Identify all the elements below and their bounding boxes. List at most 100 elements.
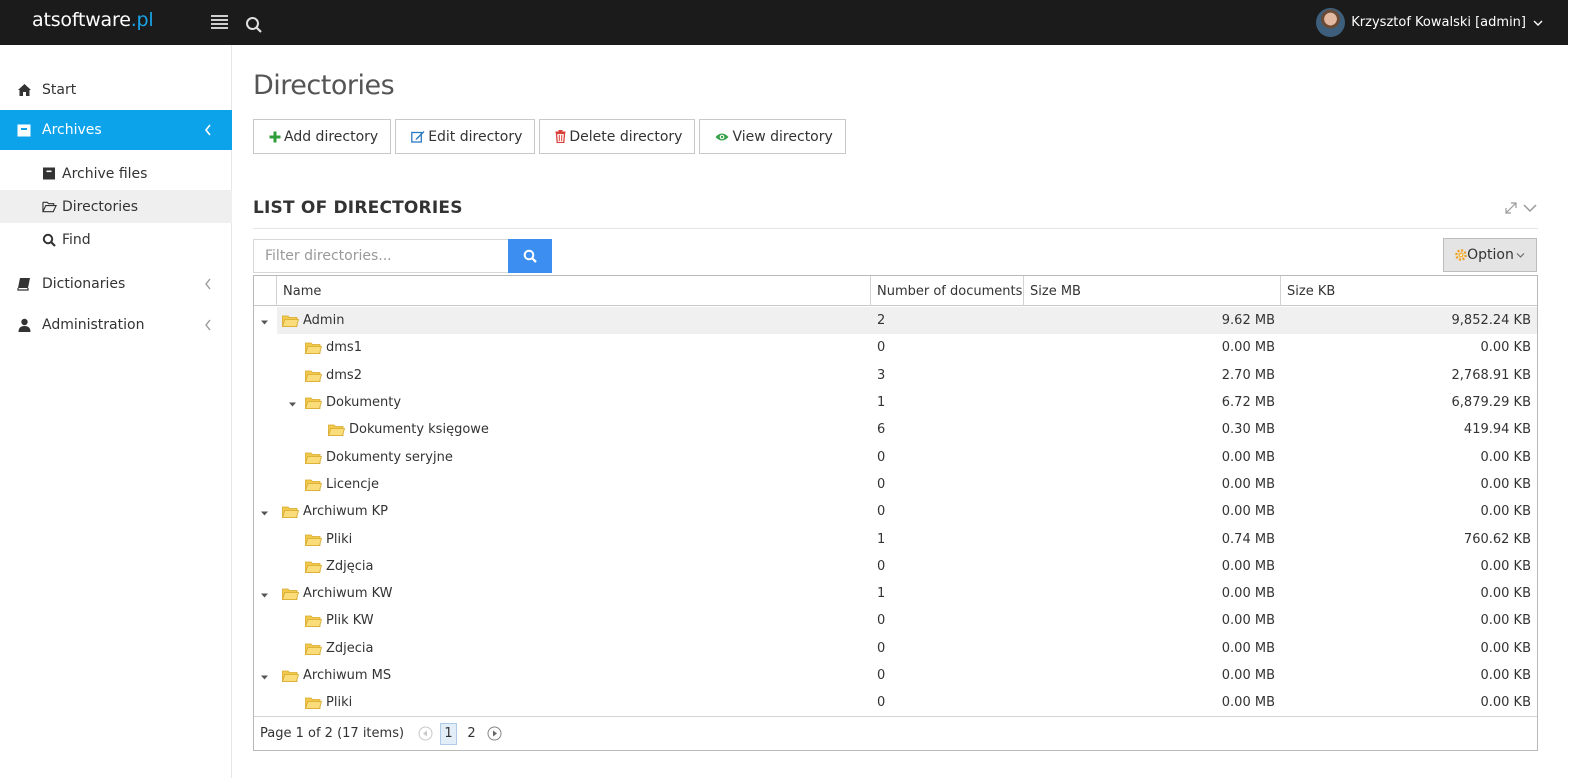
column-header-size-kb[interactable]: Size KB: [1281, 276, 1537, 306]
directory-name: Zdjęcia: [326, 558, 374, 574]
table-row[interactable]: Admin 2 9.62 MB 9,852.24 KB: [254, 307, 1537, 335]
user-icon: [16, 317, 32, 333]
column-header-size-mb[interactable]: Size MB: [1024, 276, 1281, 306]
option-button[interactable]: Option: [1443, 238, 1537, 272]
menu-toggle-icon[interactable]: [211, 15, 228, 29]
table-row[interactable]: Dokumenty księgowe 6 0.30 MB 419.94 KB: [254, 416, 1537, 443]
brand-logo[interactable]: atsoftware.pl: [32, 9, 154, 31]
search-icon[interactable]: [245, 16, 263, 34]
row-toggle-cell: [254, 553, 277, 580]
sidebar-item-dictionaries[interactable]: Dictionaries: [0, 264, 232, 304]
name-cell: Dokumenty: [277, 389, 871, 416]
table-row[interactable]: Pliki 1 0.74 MB 760.62 KB: [254, 525, 1537, 552]
size-mb-cell: 0.74 MB: [1221, 531, 1275, 547]
filter-directories-input[interactable]: [253, 239, 508, 273]
size-mb-cell: 0.00 MB: [1221, 586, 1275, 602]
table-row[interactable]: Archiwum KP 0 0.00 MB 0.00 KB: [254, 498, 1537, 525]
size-kb-cell: 0.00 KB: [1480, 640, 1531, 656]
table-row[interactable]: Archiwum KW 1 0.00 MB 0.00 KB: [254, 580, 1537, 607]
documents-cell: 0: [877, 504, 886, 520]
add-directory-button[interactable]: Add directory: [253, 119, 392, 154]
size-mb-cell: 0.00 MB: [1221, 340, 1275, 356]
sidebar-subitem-label: Archive files: [62, 165, 148, 182]
expand-toggle-icon[interactable]: [260, 670, 269, 680]
row-toggle-cell: [254, 635, 277, 662]
collapse-chevron-icon[interactable]: [1522, 201, 1538, 215]
expand-toggle-icon[interactable]: [260, 588, 269, 598]
eye-icon: [715, 132, 729, 142]
next-page-icon[interactable]: [487, 726, 502, 741]
size-kb-cell: 0.00 KB: [1480, 558, 1531, 574]
user-menu[interactable]: Krzysztof Kowalski [admin]: [1316, 8, 1543, 37]
expand-toggle-icon[interactable]: [260, 506, 269, 516]
size-mb-cell: 0.00 MB: [1221, 558, 1275, 574]
sidebar-item-archives[interactable]: Archives: [0, 110, 232, 150]
sidebar-item-administration[interactable]: Administration: [0, 305, 232, 345]
avatar: [1316, 8, 1346, 37]
directories-tree-grid: Name Number of documents Size MB Size KB…: [253, 275, 1538, 751]
directory-name: Pliki: [326, 531, 353, 547]
size-mb-cell: 0.00 MB: [1221, 476, 1275, 492]
archive-box-icon: [42, 166, 57, 181]
size-kb-cell: 0.00 KB: [1480, 504, 1531, 520]
folder-icon: [304, 642, 323, 655]
filter-search-button[interactable]: [508, 239, 552, 273]
name-cell: Dokumenty księgowe: [277, 416, 871, 443]
prev-page-icon[interactable]: [418, 726, 433, 741]
size-kb-cell: 419.94 KB: [1463, 422, 1531, 438]
table-row[interactable]: dms2 3 2.70 MB 2,768.91 KB: [254, 362, 1537, 389]
name-cell: Licencje: [277, 471, 871, 498]
column-header-name[interactable]: Name: [277, 276, 871, 306]
delete-directory-button[interactable]: Delete directory: [539, 119, 696, 154]
table-row[interactable]: Plik KW 0 0.00 MB 0.00 KB: [254, 607, 1537, 634]
directory-name: Plik KW: [326, 613, 374, 629]
page-button-1[interactable]: 1: [440, 722, 458, 745]
sidebar-item-archive-files[interactable]: Archive files: [0, 157, 232, 190]
directory-name: dms1: [326, 340, 362, 356]
page-button-2[interactable]: 2: [463, 723, 480, 745]
size-kb-cell: 0.00 KB: [1480, 449, 1531, 465]
edit-directory-button[interactable]: Edit directory: [395, 119, 536, 154]
table-row[interactable]: dms1 0 0.00 MB 0.00 KB: [254, 334, 1537, 361]
sidebar-item-label: Archives: [42, 122, 102, 138]
table-row[interactable]: Dokumenty seryjne 0 0.00 MB 0.00 KB: [254, 443, 1537, 470]
search-icon: [523, 249, 537, 263]
name-cell: Admin: [277, 307, 871, 335]
table-row[interactable]: Pliki 0 0.00 MB 0.00 KB: [254, 689, 1537, 716]
size-mb-cell: 6.72 MB: [1221, 395, 1275, 411]
table-row[interactable]: Dokumenty 1 6.72 MB 6,879.29 KB: [254, 389, 1537, 416]
expand-toggle-icon[interactable]: [288, 397, 297, 407]
column-header-documents[interactable]: Number of documents: [871, 276, 1024, 306]
chevron-down-icon: [1516, 252, 1525, 258]
sidebar-item-start[interactable]: Start: [0, 70, 232, 110]
table-row[interactable]: Zdjecia 0 0.00 MB 0.00 KB: [254, 635, 1537, 662]
home-icon: [16, 82, 32, 98]
folder-icon: [304, 614, 323, 628]
folder-icon: [304, 396, 323, 409]
table-row[interactable]: Archiwum MS 0 0.00 MB 0.00 KB: [254, 662, 1537, 689]
row-toggle-cell: [254, 689, 277, 716]
top-bar: atsoftware.pl Krzysztof Kowalski [admin]: [0, 0, 1568, 45]
documents-cell: 2: [871, 307, 1024, 335]
size-mb-cell: 0.30 MB: [1221, 422, 1275, 438]
expand-toggle-icon[interactable]: [260, 315, 269, 325]
view-directory-button[interactable]: View directory: [699, 119, 846, 154]
size-kb-cell: 0.00 KB: [1480, 476, 1531, 492]
brand-name: atsoftware: [32, 9, 131, 31]
folder-icon: [304, 451, 323, 464]
table-row[interactable]: Zdjęcia 0 0.00 MB 0.00 KB: [254, 553, 1537, 580]
size-mb-cell: 0.00 MB: [1221, 668, 1275, 683]
table-row[interactable]: Licencje 0 0.00 MB 0.00 KB: [254, 471, 1537, 498]
folder-icon: [304, 341, 323, 355]
documents-cell: 0: [877, 449, 886, 465]
size-mb-cell: 0.00 MB: [1221, 613, 1275, 629]
expand-icon[interactable]: [1504, 201, 1518, 215]
row-toggle-cell: [254, 389, 277, 416]
folder-icon: [327, 423, 346, 437]
sidebar-item-find[interactable]: Find: [0, 223, 232, 256]
name-cell: Archiwum MS: [277, 662, 871, 689]
sidebar-item-label: Administration: [42, 317, 145, 333]
sidebar-item-directories[interactable]: Directories: [0, 190, 232, 223]
documents-cell: 6: [877, 422, 886, 438]
row-toggle-cell: [254, 662, 277, 689]
